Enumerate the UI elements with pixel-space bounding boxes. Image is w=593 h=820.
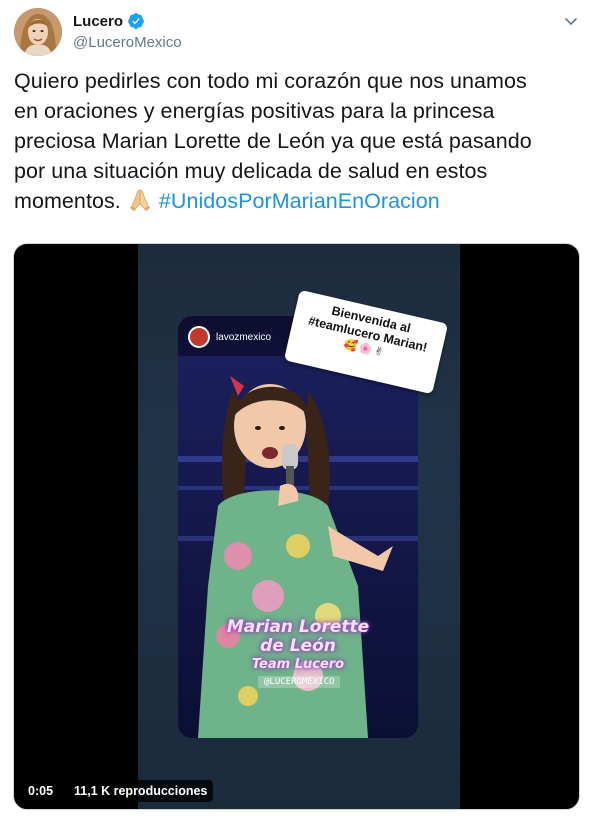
tweet-line: momentos. [14, 189, 121, 213]
author-handle[interactable]: @LuceroMexico [73, 34, 182, 51]
overlay-team: Team Lucero [251, 657, 345, 672]
video-frame: lavozmexico Marian Lorette de León Team … [138, 244, 460, 809]
overlay-name-line2: de León [260, 636, 336, 656]
hashtag-link[interactable]: #UnidosPorMarianEnOracion [159, 189, 440, 213]
view-count: 11,1 K reproducciones [68, 780, 214, 802]
avatar[interactable] [14, 8, 62, 56]
video-timestamp: 0:05 [22, 780, 60, 802]
contestant-name-overlay: Marian Lorette de León Team Lucero [178, 618, 418, 673]
tweet-line: Quiero pedirles con todo mi corazón que … [14, 69, 527, 93]
chevron-down-icon[interactable] [563, 13, 579, 29]
tweet-last-line: momentos. #UnidosPorMarianEnOracion [14, 186, 574, 216]
folded-hands-emoji-icon [129, 189, 150, 211]
story-user: lavozmexico [188, 326, 271, 348]
tweet-line: en oraciones y energías positivas para l… [14, 99, 495, 123]
tweet-line: preciosa Marian Lorette de León ya que e… [14, 129, 532, 153]
tweet-text: Quiero pedirles con todo mi corazón que … [14, 66, 574, 216]
video-player[interactable]: lavozmexico Marian Lorette de León Team … [13, 243, 580, 810]
story-username: lavozmexico [216, 331, 272, 343]
author-name-row[interactable]: Lucero [73, 12, 145, 30]
profile-photo-icon [14, 8, 62, 56]
tweet-header: Lucero @LuceroMexico [0, 0, 593, 60]
overlay-name-line1: Marian Lorette [226, 617, 370, 637]
overlay-handle: @LUCEROMEXICO [258, 676, 341, 688]
display-name[interactable]: Lucero [73, 13, 123, 30]
verified-badge-icon [128, 13, 144, 29]
tweet-line: por una situación muy delicada de salud … [14, 159, 488, 183]
story-avatar [188, 326, 210, 348]
